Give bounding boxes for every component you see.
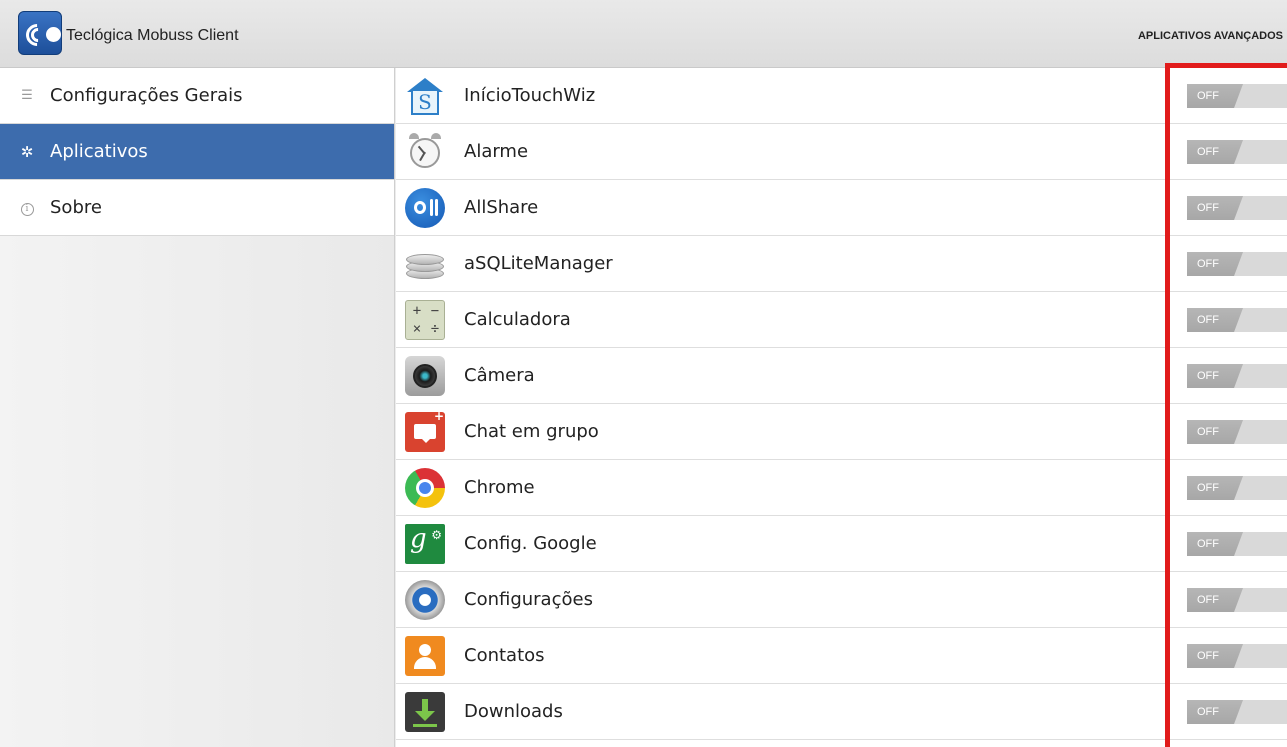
toggle-state: OFF [1187,140,1243,164]
list-item[interactable]: g ⚙ Config. Google OFF [396,516,1287,572]
sidebar-item-general-settings[interactable]: ☰ Configurações Gerais [0,68,394,124]
toggle-state: OFF [1187,420,1243,444]
info-icon: i [20,202,34,216]
settings-icon [405,579,445,620]
app-label: Alarme [464,141,529,162]
toggle-state: OFF [1187,364,1243,388]
app-toggle[interactable]: OFF [1187,532,1287,556]
toggle-state: OFF [1187,196,1243,220]
allshare-icon [405,187,445,228]
app-toggle[interactable]: OFF [1187,252,1287,276]
app-toggle[interactable]: OFF [1187,700,1287,724]
app-list: S InícioTouchWiz OFF Alarme OFF AllShare… [396,68,1287,747]
list-item[interactable]: Downloads OFF [396,684,1287,740]
menu-lines-icon: ☰ [21,88,33,103]
sidebar: ☰ Configurações Gerais ✲ Aplicativos i S… [0,68,395,747]
app-toggle[interactable]: OFF [1187,588,1287,612]
camera-icon [405,355,445,396]
sidebar-item-apps[interactable]: ✲ Aplicativos [0,124,394,180]
toggle-state: OFF [1187,644,1243,668]
gear-icon: ✲ [20,142,34,161]
alarm-clock-icon [405,132,445,172]
toggle-state: OFF [1187,84,1243,108]
toggle-state: OFF [1187,532,1243,556]
app-label: Calculadora [464,309,571,330]
toggle-state: OFF [1187,252,1243,276]
app-toggle[interactable]: OFF [1187,84,1287,108]
toggle-state: OFF [1187,476,1243,500]
app-label: Chat em grupo [464,421,599,442]
google-settings-icon: g ⚙ [405,523,445,564]
app-title: Teclógica Mobuss Client [66,27,239,44]
chrome-icon [405,467,445,508]
app-toggle[interactable]: OFF [1187,196,1287,220]
sidebar-item-label: Aplicativos [50,141,148,162]
app-label: Configurações [464,589,593,610]
list-item[interactable]: aSQLiteManager OFF [396,236,1287,292]
sidebar-item-about[interactable]: i Sobre [0,180,394,236]
app-label: InícioTouchWiz [464,85,596,106]
app-label: Downloads [464,701,563,722]
list-item[interactable]: Câmera OFF [396,348,1287,404]
calculator-icon: + − × ÷ [405,299,445,340]
contacts-icon [405,635,445,676]
list-item[interactable]: Alarme OFF [396,124,1287,180]
app-toggle[interactable]: OFF [1187,476,1287,500]
toggle-state: OFF [1187,700,1243,724]
app-label: Câmera [464,365,535,386]
sidebar-item-label: Sobre [50,197,102,218]
toggle-state: OFF [1187,588,1243,612]
group-chat-icon: + [405,409,445,452]
action-bar: Teclógica Mobuss Client APLICATIVOS AVAN… [0,0,1287,68]
downloads-icon [405,691,445,732]
list-item[interactable]: + − × ÷ Calculadora OFF [396,292,1287,348]
app-label: AllShare [464,197,539,218]
app-toggle[interactable]: OFF [1187,308,1287,332]
touchwiz-home-icon: S [405,76,445,116]
sidebar-item-label: Configurações Gerais [50,85,243,106]
list-item[interactable]: Configurações OFF [396,572,1287,628]
mobuss-logo-icon[interactable] [18,11,62,55]
app-toggle[interactable]: OFF [1187,420,1287,444]
database-icon [405,244,445,284]
list-item[interactable]: Chrome OFF [396,460,1287,516]
app-label: Contatos [464,645,545,666]
list-item[interactable]: AllShare OFF [396,180,1287,236]
app-label: Chrome [464,477,535,498]
list-item[interactable]: Contatos OFF [396,628,1287,684]
toggle-state: OFF [1187,308,1243,332]
list-item[interactable]: S InícioTouchWiz OFF [396,68,1287,124]
app-label: aSQLiteManager [464,253,613,274]
advanced-apps-button[interactable]: APLICATIVOS AVANÇADOS [1138,30,1283,42]
list-item[interactable]: + Chat em grupo OFF [396,404,1287,460]
app-toggle[interactable]: OFF [1187,364,1287,388]
app-toggle[interactable]: OFF [1187,644,1287,668]
app-toggle[interactable]: OFF [1187,140,1287,164]
app-label: Config. Google [464,533,597,554]
